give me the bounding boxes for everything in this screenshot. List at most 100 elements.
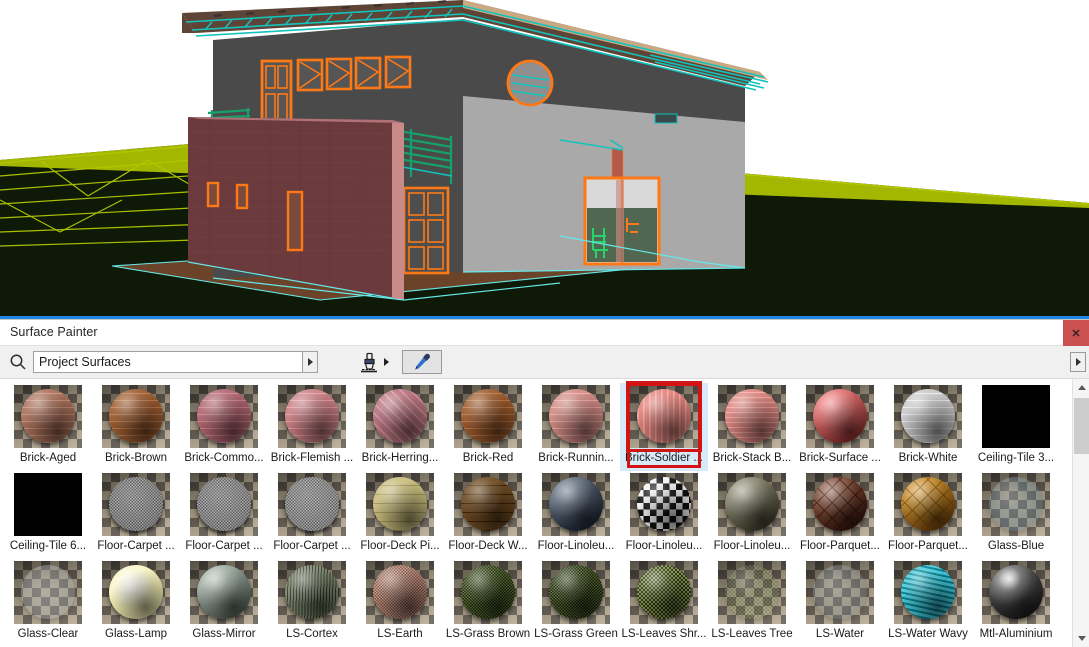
surface-item[interactable]: Mtl-Aluminium (972, 559, 1060, 647)
surface-item[interactable]: Brick-Red (444, 383, 532, 471)
material-sphere (285, 477, 339, 531)
surface-item[interactable]: Floor-Carpet ... (92, 471, 180, 559)
surface-item[interactable]: Brick-Brown (92, 383, 180, 471)
material-sphere (461, 389, 515, 443)
surface-item[interactable]: Brick-Surface ... (796, 383, 884, 471)
surface-item-label: LS-Grass Brown (445, 628, 531, 640)
close-icon[interactable]: ✕ (1063, 320, 1089, 346)
surface-item-label: Brick-White (898, 452, 958, 464)
library-dropdown-button[interactable] (303, 351, 318, 373)
surface-thumbnail (542, 385, 610, 448)
surface-thumbnail (894, 561, 962, 624)
surface-item[interactable]: Ceiling-Tile 6... (4, 471, 92, 559)
material-sphere (901, 565, 955, 619)
surface-item[interactable]: LS-Grass Green (532, 559, 620, 647)
surface-thumbnail (626, 381, 702, 452)
surface-thumbnail (190, 473, 258, 536)
chevron-right-icon (1075, 358, 1081, 366)
surface-item-label: LS-Leaves Tree (711, 628, 793, 640)
surface-thumbnail (806, 473, 874, 536)
surface-item[interactable]: Brick-Runnin... (532, 383, 620, 471)
surface-item[interactable]: Brick-Soldier ... (620, 381, 708, 471)
material-sphere (109, 477, 163, 531)
surface-item[interactable]: LS-Water Wavy (884, 559, 972, 647)
material-sphere (989, 565, 1043, 619)
surface-item[interactable]: Brick-Stack B... (708, 383, 796, 471)
surface-item[interactable]: LS-Cortex (268, 559, 356, 647)
surface-thumbnail (894, 385, 962, 448)
surface-thumbnail (542, 473, 610, 536)
material-sphere (813, 565, 867, 619)
grid-scrollbar[interactable] (1072, 379, 1089, 647)
surface-thumbnail (366, 561, 434, 624)
surface-item[interactable]: Floor-Carpet ... (180, 471, 268, 559)
eyedropper-button[interactable] (402, 350, 442, 374)
material-sphere (21, 389, 75, 443)
surface-item-label: Brick-Herring... (361, 452, 439, 464)
surface-thumbnail (454, 561, 522, 624)
surface-item[interactable]: Glass-Mirror (180, 559, 268, 647)
surface-thumbnail (982, 473, 1050, 536)
chevron-right-icon (307, 358, 313, 366)
surface-item[interactable]: LS-Leaves Tree (708, 559, 796, 647)
material-sphere (285, 389, 339, 443)
surface-item-label: Brick-Runnin... (538, 452, 614, 464)
paintbrush-dropdown-arrow[interactable] (384, 358, 389, 366)
surface-item[interactable]: Brick-Flemish ... (268, 383, 356, 471)
surface-item-label: Brick-Stack B... (712, 452, 792, 464)
surface-thumbnail (454, 385, 522, 448)
surface-item[interactable]: LS-Leaves Shr... (620, 559, 708, 647)
scroll-down-button[interactable] (1073, 630, 1089, 647)
surface-item[interactable]: LS-Grass Brown (444, 559, 532, 647)
surface-item-label: Floor-Deck W... (448, 540, 528, 552)
surface-thumbnail (366, 473, 434, 536)
surface-grid-area: Brick-Aged Brick-Brown Brick-Commo... Brick… (0, 379, 1089, 647)
panel-title: Surface Painter (10, 325, 98, 339)
surface-library-selector (33, 351, 318, 373)
surface-item[interactable]: Glass-Blue (972, 471, 1060, 559)
surface-item-label: Floor-Linoleu... (537, 540, 615, 552)
surface-item[interactable]: Brick-Herring... (356, 383, 444, 471)
surface-item[interactable]: Floor-Carpet ... (268, 471, 356, 559)
surface-item[interactable]: Glass-Lamp (92, 559, 180, 647)
surface-item[interactable]: Floor-Linoleu... (620, 471, 708, 559)
surface-item[interactable]: Floor-Linoleu... (708, 471, 796, 559)
material-sphere (285, 565, 339, 619)
material-sphere (109, 389, 163, 443)
surface-item[interactable]: Floor-Parquet... (884, 471, 972, 559)
surface-item[interactable]: Brick-White (884, 383, 972, 471)
surface-item-label: LS-Water Wavy (888, 628, 968, 640)
surface-thumbnail (630, 561, 698, 624)
material-sphere (197, 389, 251, 443)
surface-item[interactable]: Floor-Parquet... (796, 471, 884, 559)
material-sphere (725, 477, 779, 531)
paintbrush-icon[interactable] (357, 350, 383, 375)
search-icon (9, 353, 27, 371)
surface-item[interactable]: Brick-Aged (4, 383, 92, 471)
toolbar-overflow-button[interactable] (1070, 352, 1086, 372)
surface-thumbnail (278, 561, 346, 624)
surface-thumbnail (542, 561, 610, 624)
scrollbar-thumb[interactable] (1074, 398, 1089, 454)
material-sphere (461, 477, 515, 531)
surface-item[interactable]: LS-Earth (356, 559, 444, 647)
panel-toolbar (0, 346, 1089, 379)
surface-item-label: Floor-Linoleu... (625, 540, 703, 552)
surface-item[interactable]: Floor-Deck W... (444, 471, 532, 559)
surface-item-label: Brick-Aged (19, 452, 77, 464)
material-sphere (549, 477, 603, 531)
surface-item[interactable]: Brick-Commo... (180, 383, 268, 471)
search-input[interactable] (33, 351, 303, 373)
material-sphere (813, 477, 867, 531)
surface-thumbnail (718, 385, 786, 448)
surface-item-label: Ceiling-Tile 6... (9, 540, 87, 552)
surface-thumbnail (102, 473, 170, 536)
surface-item[interactable]: LS-Water (796, 559, 884, 647)
surface-item[interactable]: Glass-Clear (4, 559, 92, 647)
surface-item[interactable]: Floor-Linoleu... (532, 471, 620, 559)
surface-item-label: Floor-Parquet... (888, 540, 968, 552)
3d-model-viewport[interactable] (0, 0, 1089, 319)
surface-item[interactable]: Floor-Deck Pi... (356, 471, 444, 559)
scroll-up-button[interactable] (1073, 379, 1089, 396)
surface-item[interactable]: Ceiling-Tile 3... (972, 383, 1060, 471)
